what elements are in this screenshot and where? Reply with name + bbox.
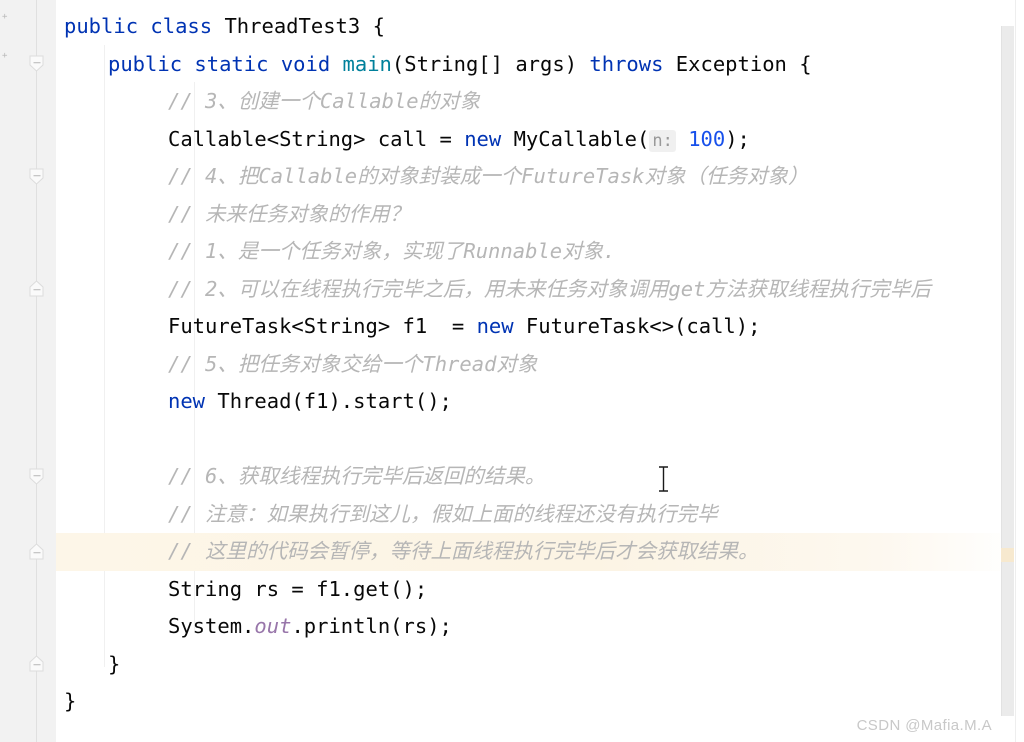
- token-stat: out: [254, 614, 292, 638]
- token-plain: Exception {: [663, 51, 812, 76]
- editor-text-area[interactable]: public class ThreadTest3 {public static …: [56, 0, 1024, 742]
- fold-collapse-icon[interactable]: [28, 55, 45, 72]
- vertical-scrollbar[interactable]: [1000, 0, 1024, 742]
- token-cmt: // 5、把任务对象交给一个Thread对象: [168, 351, 538, 376]
- token-cmt: // 4、把Callable的对象封装成一个FutureTask对象（任务对象）: [168, 164, 809, 188]
- scrollbar-thumb[interactable]: [1001, 26, 1014, 716]
- code-line[interactable]: }: [56, 683, 1024, 721]
- token-plain: FutureTask<>(call);: [513, 314, 761, 338]
- token-cmt: // 6、获取线程执行完毕后返回的结果。: [168, 464, 546, 488]
- code-line[interactable]: Callable<String> call = new MyCallable(n…: [56, 121, 1024, 159]
- token-kw: void: [280, 51, 331, 76]
- code-line[interactable]: public static void main(String[] args) t…: [56, 46, 1024, 84]
- token-plain: Callable<String> call =: [168, 126, 465, 151]
- code-line[interactable]: }: [56, 646, 1024, 684]
- token-plain: Thread(f1).start();: [205, 389, 452, 413]
- fold-collapse-icon[interactable]: [28, 168, 45, 185]
- token-kw: new: [168, 389, 206, 413]
- token-kw: class: [150, 14, 213, 38]
- code-line[interactable]: // 4、把Callable的对象封装成一个FutureTask对象（任务对象）: [56, 158, 1024, 196]
- fold-end-icon[interactable]: [28, 655, 45, 672]
- token-cmt: // 1、是一个任务对象，实现了Runnable对象.: [168, 239, 616, 263]
- fold-end-icon[interactable]: [28, 280, 45, 297]
- annotation-mark[interactable]: +: [2, 52, 9, 61]
- code-line[interactable]: String rs = f1.get();: [56, 571, 1024, 609]
- code-lines: public class ThreadTest3 {public static …: [56, 0, 1024, 721]
- code-line[interactable]: // 5、把任务对象交给一个Thread对象: [56, 346, 1024, 384]
- annotation-strip[interactable]: + +: [0, 0, 16, 742]
- token-num: 100: [688, 126, 726, 151]
- code-line[interactable]: // 未来任务对象的作用？: [56, 196, 1024, 234]
- code-line[interactable]: // 1、是一个任务对象，实现了Runnable对象.: [56, 233, 1024, 271]
- token-cmt: // 这里的代码会暂停，等待上面线程执行完毕后才会获取结果。: [168, 539, 759, 563]
- fold-collapse-icon[interactable]: [28, 468, 45, 485]
- token-cmt: // 未来任务对象的作用？: [168, 201, 411, 226]
- code-line[interactable]: // 6、获取线程执行完毕后返回的结果。: [56, 458, 1024, 496]
- token-cmt: // 3、创建一个Callable的对象: [168, 89, 481, 113]
- token-plain: System.: [168, 614, 255, 638]
- annotation-mark[interactable]: +: [2, 13, 9, 22]
- token-cmt: // 2、可以在线程执行完毕之后，用未来任务对象调用get方法获取线程执行完毕后: [168, 276, 931, 301]
- token-kw: public: [108, 51, 183, 76]
- code-line[interactable]: // 这里的代码会暂停，等待上面线程执行完毕后才会获取结果。: [56, 533, 1024, 571]
- token-plain: String rs = f1.get();: [168, 576, 428, 601]
- fold-end-icon[interactable]: [28, 543, 45, 560]
- scrollbar-highlight-marker[interactable]: [1001, 548, 1014, 562]
- code-line[interactable]: System.out.println(rs);: [56, 608, 1024, 646]
- token-cmt: // 注意：如果执行到这儿，假如上面的线程还没有执行完毕: [168, 501, 718, 526]
- watermark-label: CSDN @Mafia.M.A: [856, 717, 992, 734]
- code-line[interactable]: // 3、创建一个Callable的对象: [56, 83, 1024, 121]
- token-plain: );: [725, 126, 750, 151]
- token-plain: MyCallable(: [501, 126, 650, 151]
- token-plain: FutureTask<String> f1 =: [168, 314, 477, 338]
- token-plain: ThreadTest3 {: [212, 14, 385, 38]
- token-plain: (String[] args): [391, 51, 590, 76]
- code-line[interactable]: new Thread(f1).start();: [56, 383, 1024, 421]
- token-kw: new: [476, 314, 514, 338]
- fold-gutter[interactable]: [16, 0, 56, 742]
- code-line[interactable]: [56, 421, 1024, 459]
- code-line[interactable]: FutureTask<String> f1 = new FutureTask<>…: [56, 308, 1024, 346]
- code-line[interactable]: // 2、可以在线程执行完毕之后，用未来任务对象调用get方法获取线程执行完毕后: [56, 271, 1024, 309]
- token-plain: }: [108, 651, 121, 676]
- scrollbar-outer-edge: [1015, 0, 1024, 742]
- token-kw: new: [464, 126, 502, 151]
- code-editor-window: + + public class ThreadTest3 {public sta…: [0, 0, 1024, 742]
- token-kw: static: [194, 51, 269, 76]
- token-hint: n:: [649, 129, 676, 152]
- code-line[interactable]: // 注意：如果执行到这儿，假如上面的线程还没有执行完毕: [56, 496, 1024, 534]
- token-plain: }: [64, 689, 77, 713]
- token-meth: main: [342, 51, 392, 76]
- token-plain: .println(rs);: [291, 614, 452, 638]
- token-kw: public: [64, 14, 139, 38]
- token-kw: throws: [589, 51, 664, 76]
- gutter-divider-line: [36, 0, 37, 742]
- code-line[interactable]: public class ThreadTest3 {: [56, 8, 1024, 46]
